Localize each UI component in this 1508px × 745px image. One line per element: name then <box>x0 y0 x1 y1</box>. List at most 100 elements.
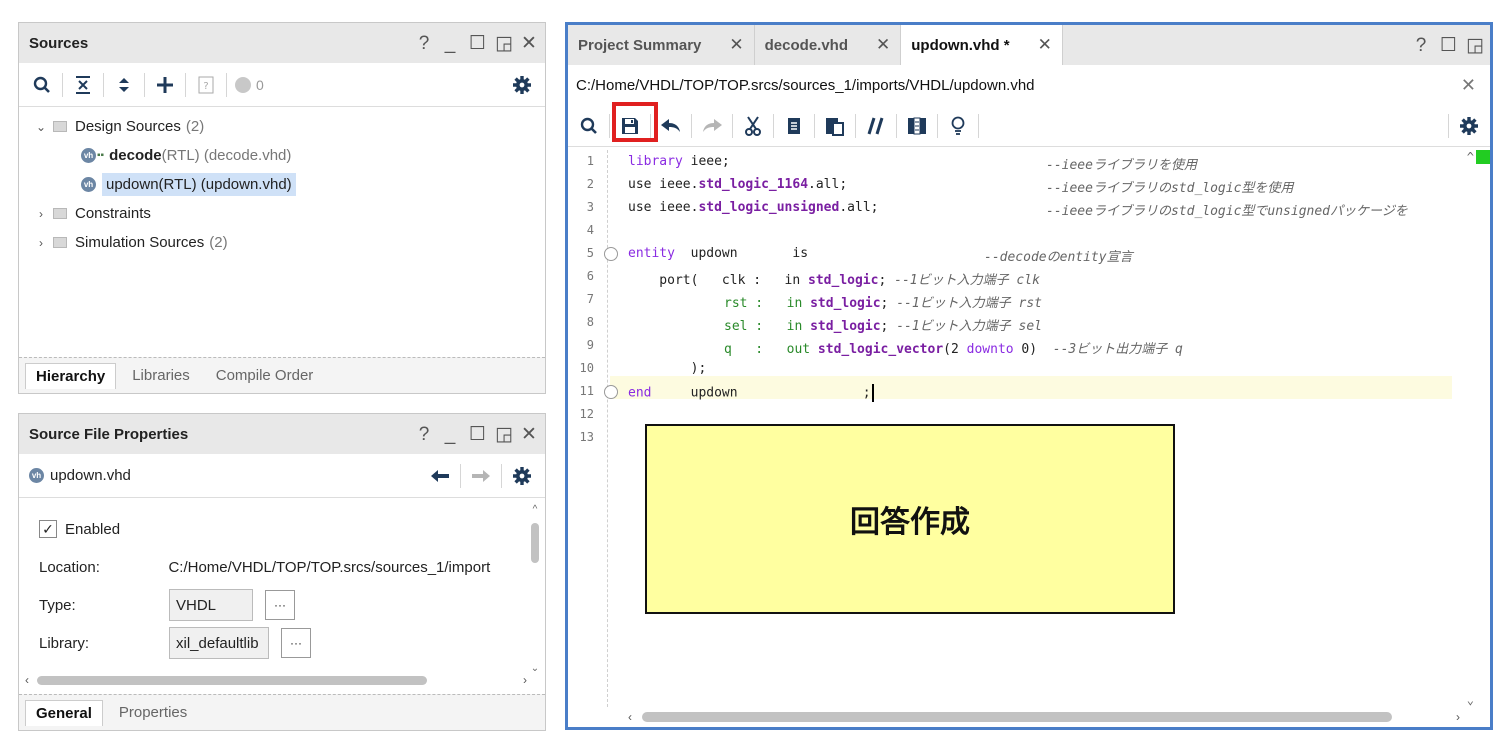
properties-body: ✓ Enabled Location: C:/Home/VHDL/TOP/TOP… <box>19 500 527 680</box>
tab-compile-order[interactable]: Compile Order <box>206 363 324 388</box>
code-line-6: port( clk : in std_logic; --1ビット入力端子 clk <box>628 273 1040 288</box>
text-cursor <box>871 384 874 402</box>
line-number: 7 <box>586 292 594 306</box>
close-icon[interactable]: ✕ <box>729 35 743 55</box>
enabled-label: Enabled <box>65 520 121 538</box>
back-arrow-icon[interactable] <box>427 462 453 490</box>
location-label: Location: <box>39 558 100 576</box>
sources-panel-title: Sources <box>29 34 89 52</box>
close-icon[interactable]: ✕ <box>1038 35 1052 55</box>
tab-project-summary[interactable]: Project Summary ✕ <box>568 25 755 65</box>
gear-icon[interactable] <box>1456 112 1482 140</box>
type-row: Type: VHDL ··· <box>19 586 527 624</box>
editor-hscroll[interactable]: ‹ › <box>628 707 1460 727</box>
restore-icon[interactable]: ☐ <box>469 425 486 444</box>
type-field[interactable]: VHDL <box>169 589 253 621</box>
location-value: C:/Home/VHDL/TOP/TOP.srcs/sources_1/impo… <box>168 558 491 576</box>
fold-end-icon[interactable] <box>604 385 618 399</box>
tab-decode-vhd[interactable]: decode.vhd ✕ <box>755 25 902 65</box>
tab-general[interactable]: General <box>25 699 103 726</box>
lightbulb-icon[interactable] <box>945 112 971 140</box>
properties-toolbar: vh updown.vhd <box>19 454 545 498</box>
tab-properties[interactable]: Properties <box>109 700 197 725</box>
constraints-label: Constraints <box>75 205 151 222</box>
code-line-8: sel : in std_logic; --1ビット入力端子 sel <box>724 319 1042 334</box>
design-sources-label: Design Sources <box>75 118 181 135</box>
chevron-down-icon[interactable]: ⌄ <box>33 120 49 134</box>
code-comment-5: --decodeのentity宣言 <box>984 250 1133 265</box>
svg-text:?: ? <box>203 81 208 92</box>
float-icon[interactable]: ◲ <box>1466 36 1484 55</box>
tree-item-design-sources[interactable]: ⌄ Design Sources (2) <box>19 112 545 141</box>
properties-icon[interactable]: ? <box>193 71 219 99</box>
code-comment-2: --ieeeライブラリのstd_logic型を使用 <box>1046 181 1294 196</box>
float-icon[interactable]: ◲ <box>495 34 513 53</box>
line-number: 11 <box>579 384 594 398</box>
restore-icon[interactable]: ☐ <box>469 34 486 53</box>
simulation-sources-label: Simulation Sources <box>75 234 205 251</box>
callout-text: 回答作成 <box>850 505 970 540</box>
tree-item-updown[interactable]: vh updown(RTL) (updown.vhd) <box>19 170 545 199</box>
redo-icon[interactable] <box>699 112 725 140</box>
copy-icon[interactable] <box>781 112 807 140</box>
sources-panel-header: Sources ? _ ☐ ◲ ✕ <box>19 23 545 63</box>
restore-icon[interactable]: ☐ <box>1440 36 1457 55</box>
comment-toggle-icon[interactable] <box>863 112 889 140</box>
help-icon[interactable]: ? <box>417 34 431 53</box>
properties-panel-title: Source File Properties <box>29 425 189 443</box>
code-line-2: use ieee.std_logic_1164.all; <box>628 177 848 192</box>
gear-icon[interactable] <box>509 462 535 490</box>
vscroll-up-icon[interactable]: ^ <box>1467 150 1474 164</box>
fold-collapse-icon[interactable] <box>604 247 618 261</box>
properties-vscroll[interactable]: ^ ⌄ <box>529 504 541 674</box>
expand-all-icon[interactable] <box>111 71 137 99</box>
vscroll-down-icon[interactable]: ⌄ <box>1467 693 1474 707</box>
source-tree: ⌄ Design Sources (2) vh ▪▪ decode (RTL) … <box>19 107 545 257</box>
code-line-9: q : out std_logic_vector(2 downto 0) --3… <box>724 342 1183 357</box>
close-icon[interactable]: ✕ <box>1461 75 1476 96</box>
properties-hscroll[interactable]: ‹ › <box>25 672 527 688</box>
add-sources-icon[interactable] <box>152 71 178 99</box>
minimize-icon[interactable]: _ <box>443 34 457 53</box>
chevron-right-icon[interactable]: › <box>33 207 49 221</box>
collapse-all-icon[interactable] <box>70 71 96 99</box>
chevron-right-icon[interactable]: › <box>33 236 49 250</box>
forward-arrow-icon[interactable] <box>468 462 494 490</box>
close-icon[interactable]: ✕ <box>521 425 537 444</box>
folder-icon <box>53 208 67 219</box>
code-line-3: use ieee.std_logic_unsigned.all; <box>628 200 879 215</box>
design-sources-count: (2) <box>185 118 205 135</box>
tab-hierarchy[interactable]: Hierarchy <box>25 362 117 389</box>
type-label: Type: <box>39 596 76 614</box>
paste-icon[interactable] <box>822 112 848 140</box>
line-number: 13 <box>579 430 594 444</box>
vhdl-file-icon: vh <box>29 468 44 483</box>
line-number: 1 <box>586 154 594 168</box>
cut-icon[interactable] <box>740 112 766 140</box>
library-ellipsis-button[interactable]: ··· <box>281 628 311 658</box>
properties-tabs: General Properties <box>19 694 545 730</box>
close-icon[interactable]: ✕ <box>521 34 537 53</box>
search-icon[interactable] <box>29 71 55 99</box>
line-number: 4 <box>586 223 594 237</box>
editor-toolbar <box>568 105 1490 147</box>
type-ellipsis-button[interactable]: ··· <box>265 590 295 620</box>
minimize-icon[interactable]: _ <box>443 425 457 444</box>
code-comment-3: --ieeeライブラリのstd_logic型でunsignedパッケージを <box>1046 204 1408 219</box>
tab-label: updown.vhd * <box>911 36 1010 54</box>
gear-icon[interactable] <box>509 71 535 99</box>
help-icon[interactable]: ? <box>1414 36 1428 55</box>
tab-libraries[interactable]: Libraries <box>122 363 200 388</box>
tab-updown-vhd[interactable]: updown.vhd * ✕ <box>901 25 1063 65</box>
search-icon[interactable] <box>576 112 602 140</box>
tree-item-simulation-sources[interactable]: › Simulation Sources (2) <box>19 228 545 257</box>
close-icon[interactable]: ✕ <box>876 35 890 55</box>
column-select-icon[interactable] <box>904 112 930 140</box>
tree-item-constraints[interactable]: › Constraints <box>19 199 545 228</box>
library-field[interactable]: xil_defaultlib <box>169 627 269 659</box>
undo-icon[interactable] <box>658 112 684 140</box>
help-icon[interactable]: ? <box>417 425 431 444</box>
enabled-checkbox[interactable]: ✓ <box>39 520 57 538</box>
tree-item-decode[interactable]: vh ▪▪ decode (RTL) (decode.vhd) <box>19 141 545 170</box>
float-icon[interactable]: ◲ <box>495 425 513 444</box>
